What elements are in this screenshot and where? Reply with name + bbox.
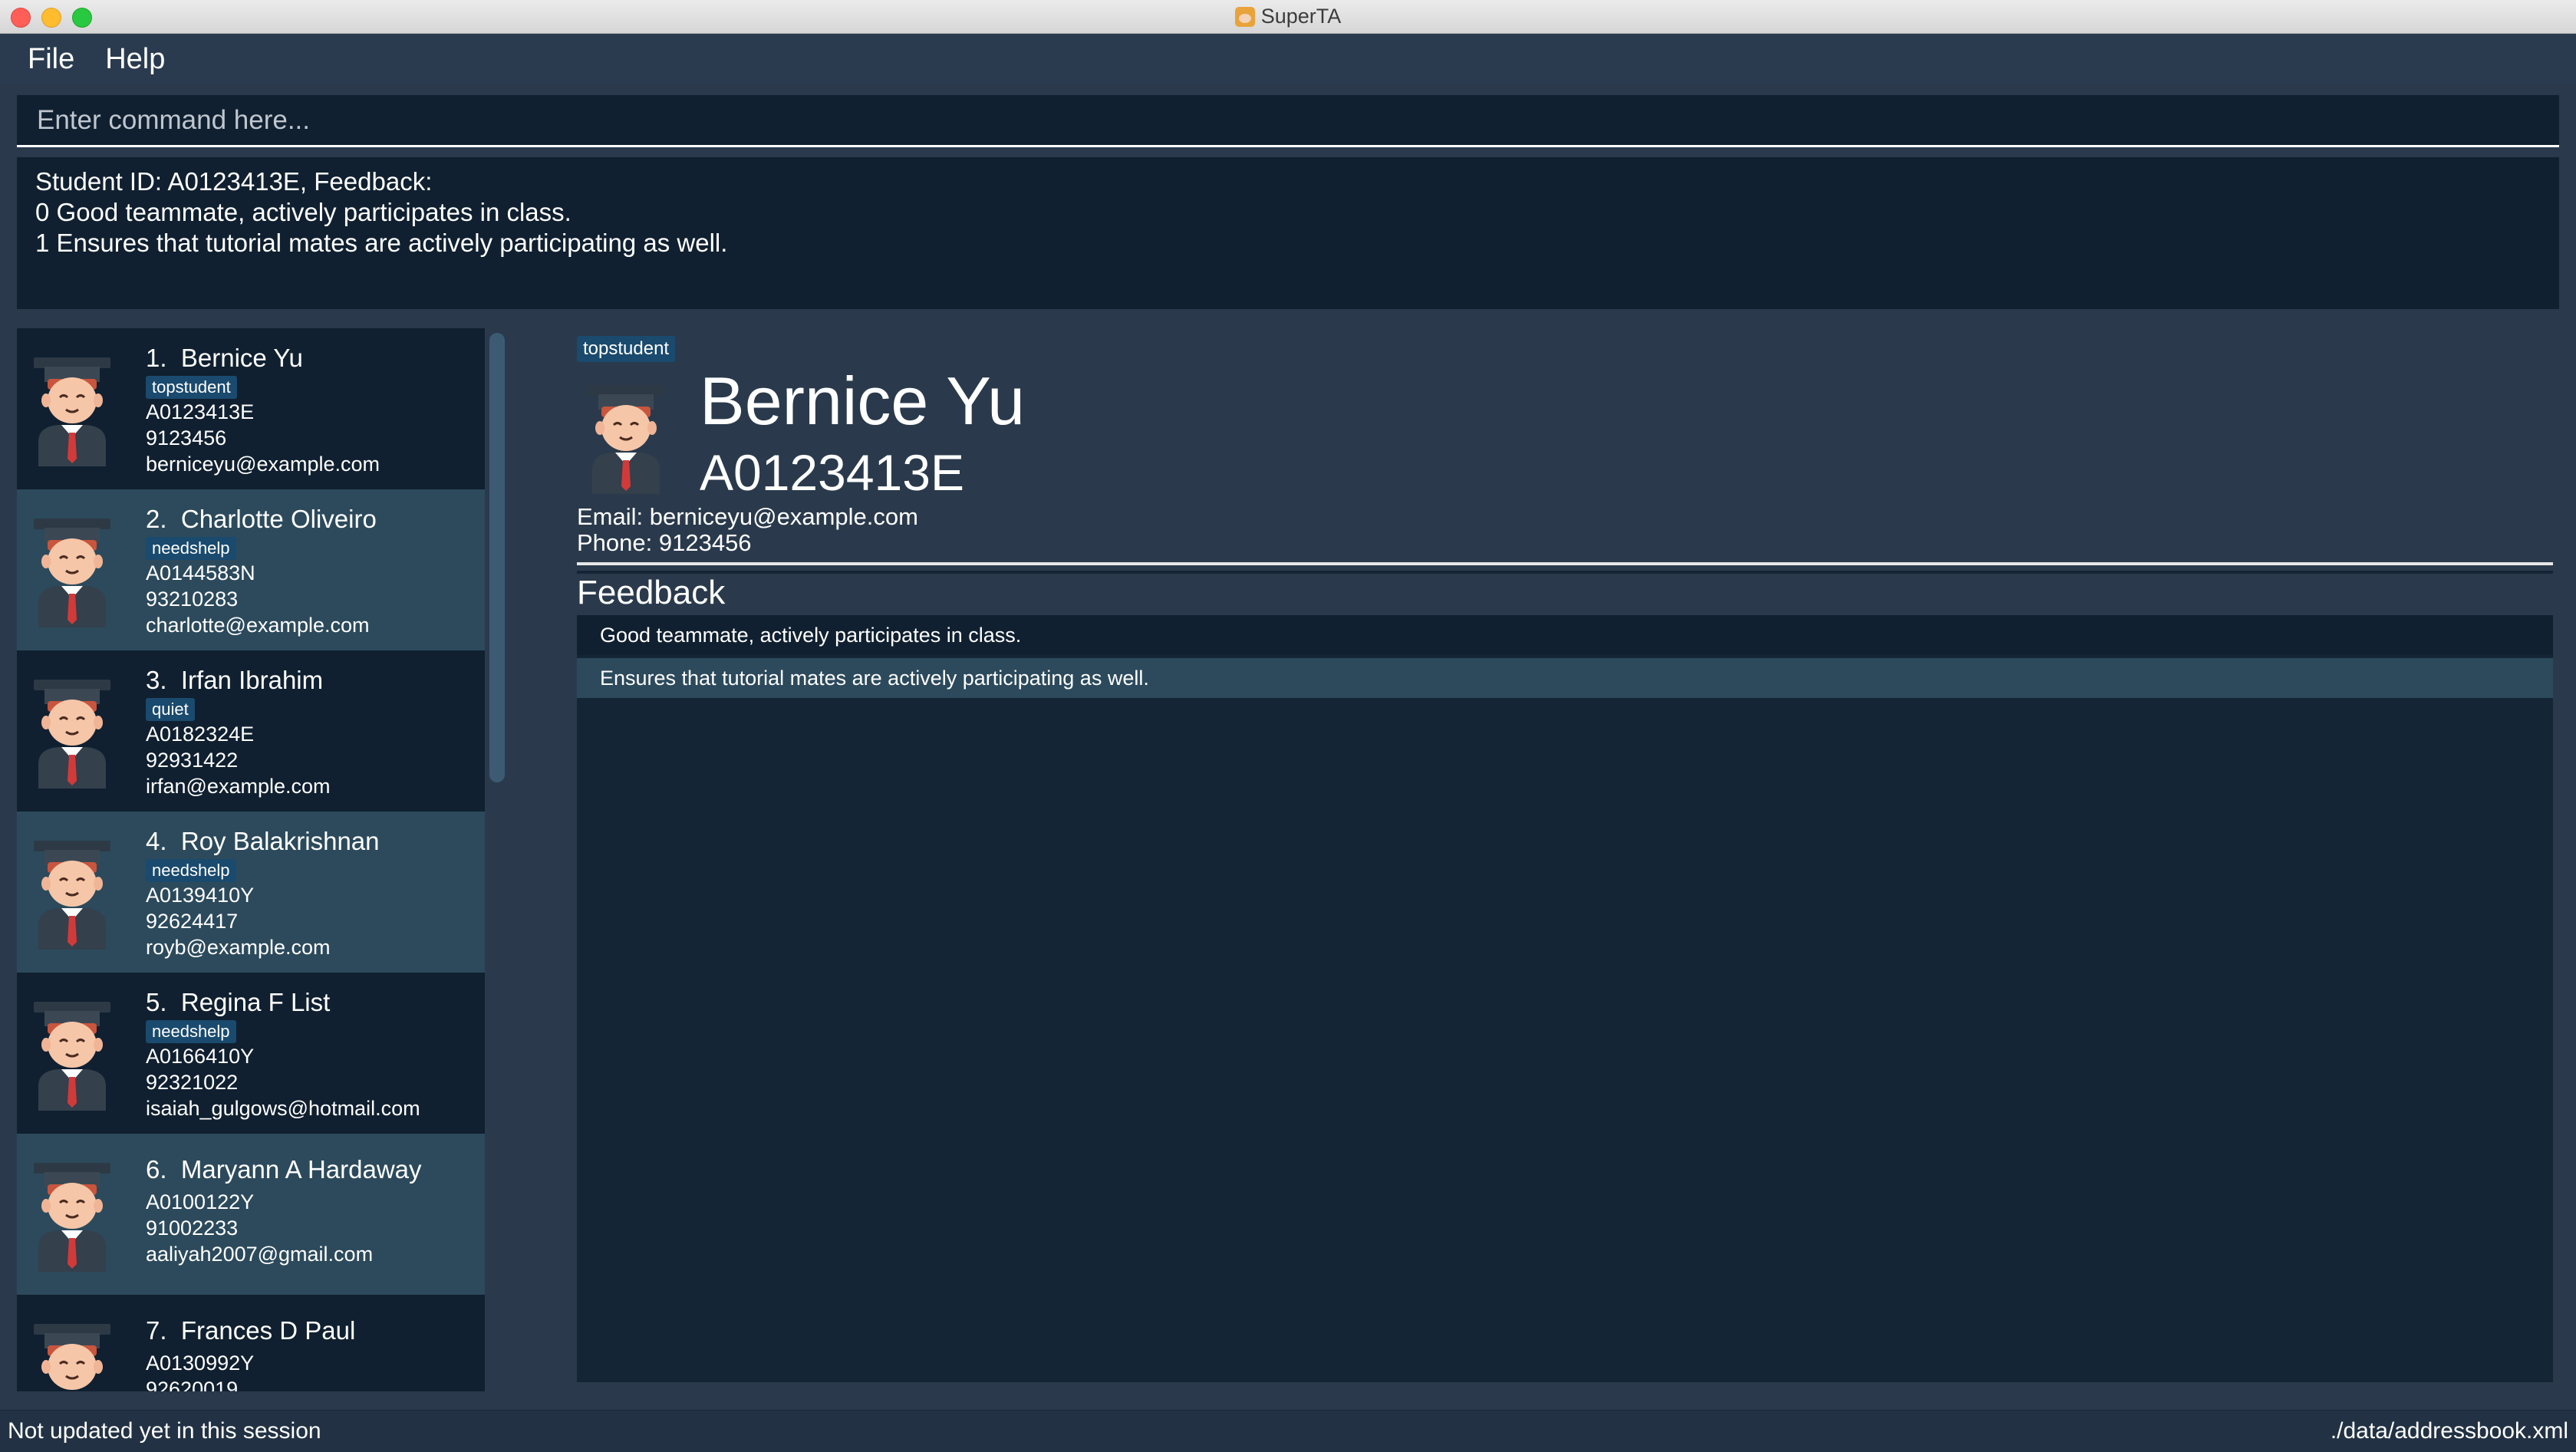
student-info: A0166410Y 92321022 isaiah_gulgows@hotmai… [146,1043,420,1121]
detail-email: Email: berniceyu@example.com [577,503,918,530]
student-phone: 91002233 [146,1217,239,1240]
student-name: 3. Irfan Ibrahim [146,666,324,694]
student-avatar-icon [28,1157,117,1272]
student-card[interactable]: 4. Roy Balakrishnan needshelp A0139410Y … [17,812,485,973]
detail-student-id: A0123413E [700,444,964,501]
student-name: 7. Frances D Paul [146,1316,356,1345]
student-id: A0139410Y [146,884,255,907]
student-phone: 92321022 [146,1071,239,1094]
student-name: 2. Charlotte Oliveiro [146,505,377,533]
list-scrollbar-thumb[interactable] [489,333,505,782]
student-id: A0123413E [146,400,255,423]
menu-help[interactable]: Help [105,43,165,76]
student-email: aaliyah2007@gmail.com [146,1243,374,1266]
student-phone: 92931422 [146,749,239,772]
detail-phone: Phone: 9123456 [577,529,752,556]
student-card[interactable]: 7. Frances D Paul A0130992Y 92620019 [17,1295,485,1391]
app-icon [1234,6,1255,27]
student-info: A0182324E 92931422 irfan@example.com [146,721,331,799]
result-display: Student ID: A0123413E, Feedback: 0 Good … [17,157,2559,309]
detail-name: Bernice Yu [700,363,1026,439]
student-name: 6. Maryann A Hardaway [146,1155,422,1184]
window-titlebar: SuperTA [0,0,2576,34]
student-info: A0130992Y 92620019 [146,1350,254,1391]
student-id: A0100122Y [146,1190,255,1213]
command-input[interactable] [17,95,2559,145]
student-avatar-icon [28,1318,117,1391]
feedback-heading: Feedback [577,574,2553,615]
sync-status: Not updated yet in this session [8,1418,321,1444]
detail-divider [577,562,2553,565]
student-avatar-icon [28,512,117,627]
student-id: A0182324E [146,723,255,746]
student-tag: needshelp [146,537,236,560]
student-info: A0139410Y 92624417 royb@example.com [146,882,331,960]
student-email: royb@example.com [146,936,331,959]
feedback-item[interactable]: Ensures that tutorial mates are actively… [577,658,2553,698]
detail-avatar-icon [580,379,672,494]
student-phone: 92620019 [146,1378,239,1391]
student-name: 5. Regina F List [146,988,331,1016]
menu-bar: File Help [0,34,2576,84]
window-title: SuperTA [1260,5,1342,28]
student-name: 4. Roy Balakrishnan [146,827,380,855]
save-location: ./data/addressbook.xml [2330,1418,2568,1444]
menu-file[interactable]: File [28,43,74,76]
student-card[interactable]: 1. Bernice Yu topstudent A0123413E 91234… [17,328,485,489]
student-tag: needshelp [146,1020,236,1043]
student-list[interactable]: 1. Bernice Yu topstudent A0123413E 91234… [17,328,485,1391]
student-card[interactable]: 6. Maryann A Hardaway A0100122Y 91002233… [17,1134,485,1295]
student-info: A0100122Y 91002233 aaliyah2007@gmail.com [146,1189,373,1267]
student-info: A0144583N 93210283 charlotte@example.com [146,560,370,638]
command-box [17,95,2559,147]
student-avatar-icon [28,835,117,950]
student-avatar-icon [28,673,117,789]
student-tag: quiet [146,698,195,721]
detail-tag: topstudent [577,336,676,362]
student-tag: topstudent [146,376,237,399]
student-phone: 9123456 [146,426,227,449]
student-tag: needshelp [146,859,236,882]
student-id: A0166410Y [146,1045,255,1068]
student-info: A0123413E 9123456 berniceyu@example.com [146,399,380,477]
student-card[interactable]: 3. Irfan Ibrahim quiet A0182324E 9293142… [17,650,485,812]
status-bar: Not updated yet in this session ./data/a… [0,1410,2576,1452]
student-card[interactable]: 5. Regina F List needshelp A0166410Y 923… [17,973,485,1134]
student-email: berniceyu@example.com [146,453,380,476]
student-id: A0130992Y [146,1352,255,1375]
window-title-wrap: SuperTA [0,0,2576,33]
feedback-item[interactable]: Good teammate, actively participates in … [577,615,2553,655]
student-avatar-icon [28,996,117,1111]
student-name: 1. Bernice Yu [146,344,303,372]
student-email: isaiah_gulgows@hotmail.com [146,1097,420,1120]
student-phone: 92624417 [146,910,239,933]
student-phone: 93210283 [146,588,239,611]
student-avatar-icon [28,351,117,466]
student-card[interactable]: 2. Charlotte Oliveiro needshelp A0144583… [17,489,485,650]
student-email: irfan@example.com [146,775,331,798]
student-email: charlotte@example.com [146,614,370,637]
student-id: A0144583N [146,561,255,584]
